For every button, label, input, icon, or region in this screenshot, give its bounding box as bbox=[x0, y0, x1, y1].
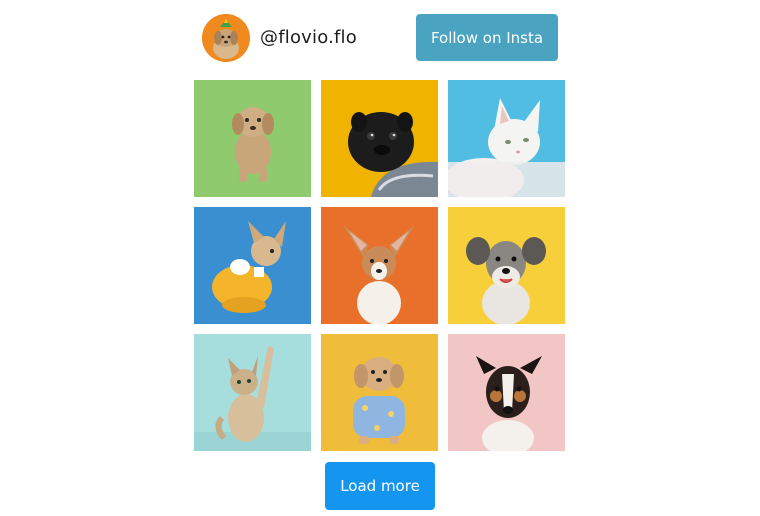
dog-photo-icon bbox=[321, 80, 438, 197]
photo-tile[interactable] bbox=[321, 80, 438, 197]
dog-photo-icon bbox=[194, 80, 311, 197]
photo-tile[interactable] bbox=[448, 334, 565, 451]
dog-photo-icon bbox=[448, 207, 565, 324]
photo-tile[interactable] bbox=[448, 80, 565, 197]
dog-photo-icon bbox=[321, 207, 438, 324]
photo-tile[interactable] bbox=[194, 334, 311, 451]
photo-tile[interactable] bbox=[321, 207, 438, 324]
dog-photo-icon bbox=[448, 334, 565, 451]
photo-grid bbox=[194, 80, 566, 452]
photo-tile[interactable] bbox=[448, 207, 565, 324]
photo-tile[interactable] bbox=[194, 80, 311, 197]
instagram-feed-widget: @flovio.flo Follow on Insta Load more bbox=[194, 0, 566, 516]
photo-tile[interactable] bbox=[194, 207, 311, 324]
dog-avatar-icon bbox=[202, 14, 250, 62]
profile-avatar[interactable] bbox=[202, 14, 250, 62]
profile-header: @flovio.flo Follow on Insta bbox=[194, 14, 566, 62]
cat-photo-icon bbox=[194, 334, 311, 451]
dog-photo-icon bbox=[194, 207, 311, 324]
load-more-button[interactable]: Load more bbox=[325, 462, 435, 510]
cat-photo-icon bbox=[448, 80, 565, 197]
profile-username[interactable]: @flovio.flo bbox=[260, 24, 357, 52]
dog-photo-icon bbox=[321, 334, 438, 451]
photo-tile[interactable] bbox=[321, 334, 438, 451]
follow-on-insta-button[interactable]: Follow on Insta bbox=[416, 14, 558, 61]
